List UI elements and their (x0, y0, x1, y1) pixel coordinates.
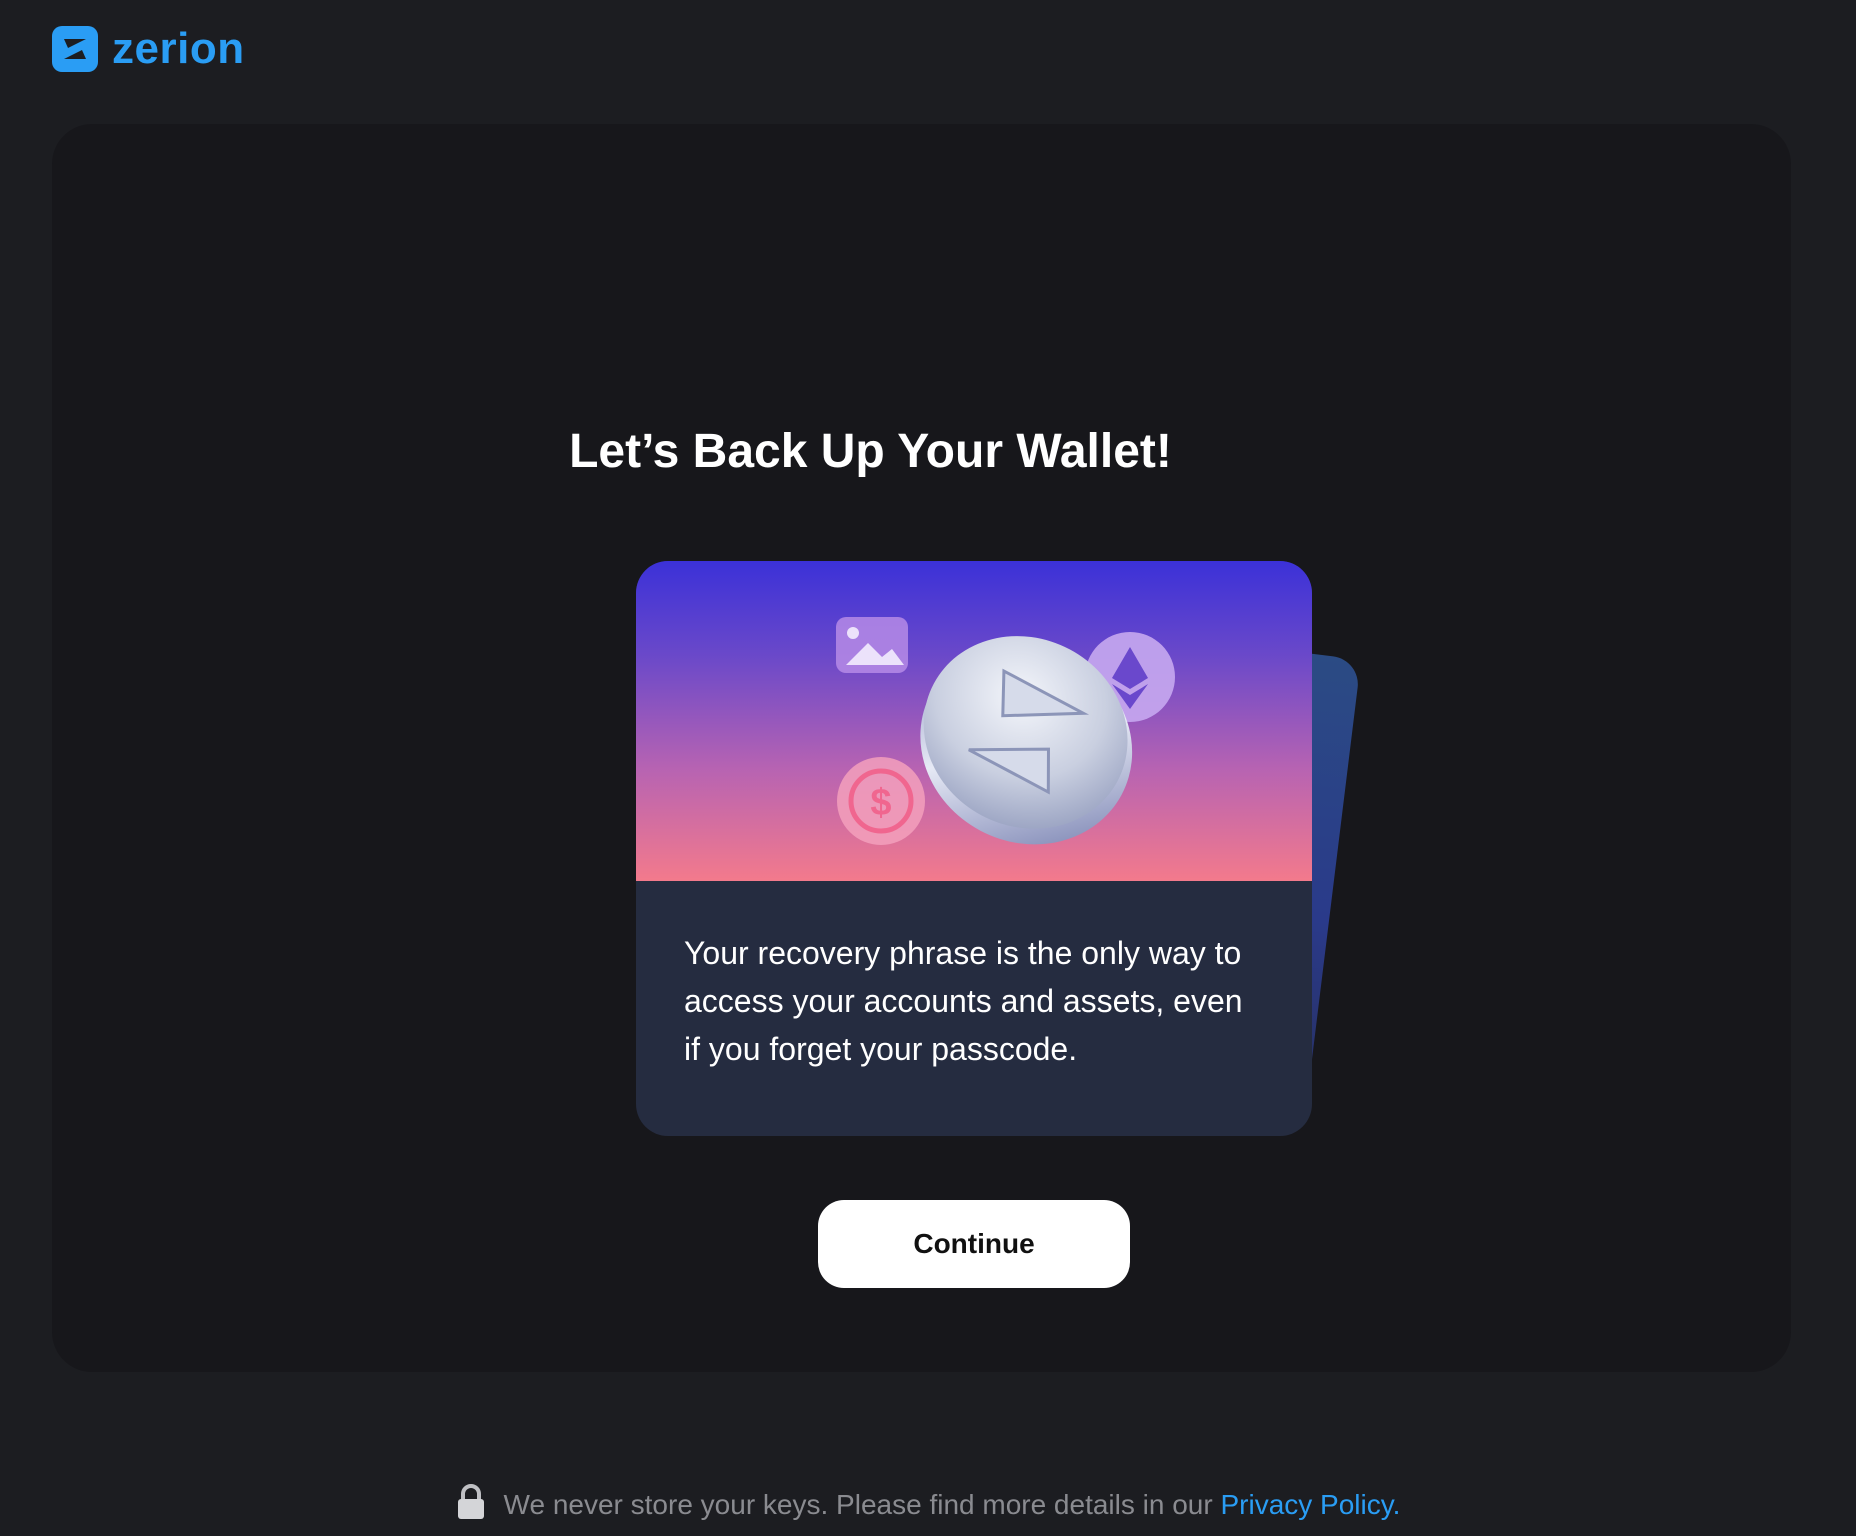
brand-name: zerion (112, 24, 245, 73)
continue-button[interactable]: Continue (818, 1200, 1130, 1288)
usdc-dollar-icon: $ (837, 757, 925, 845)
zerion-logo[interactable]: zerion (52, 26, 245, 72)
privacy-policy-link[interactable]: Privacy Policy (1220, 1489, 1392, 1520)
page-title: Let’s Back Up Your Wallet! (569, 425, 1172, 478)
svg-text:$: $ (870, 782, 891, 824)
lock-icon (456, 1484, 486, 1527)
backup-panel: Let’s Back Up Your Wallet! $ Your recove… (52, 124, 1791, 1372)
recovery-description: Your recovery phrase is the only way to … (684, 935, 1243, 1067)
privacy-notice: We never store your keys. Please find mo… (0, 1484, 1856, 1527)
card-illustration: $ (636, 561, 1312, 881)
privacy-notice-suffix: . (1392, 1489, 1401, 1520)
privacy-notice-text: We never store your keys. Please find mo… (503, 1489, 1221, 1520)
zerion-logo-icon (52, 26, 98, 72)
recovery-info-card: $ Your recovery phrase is the only way t… (636, 561, 1312, 1136)
image-icon (836, 617, 908, 673)
